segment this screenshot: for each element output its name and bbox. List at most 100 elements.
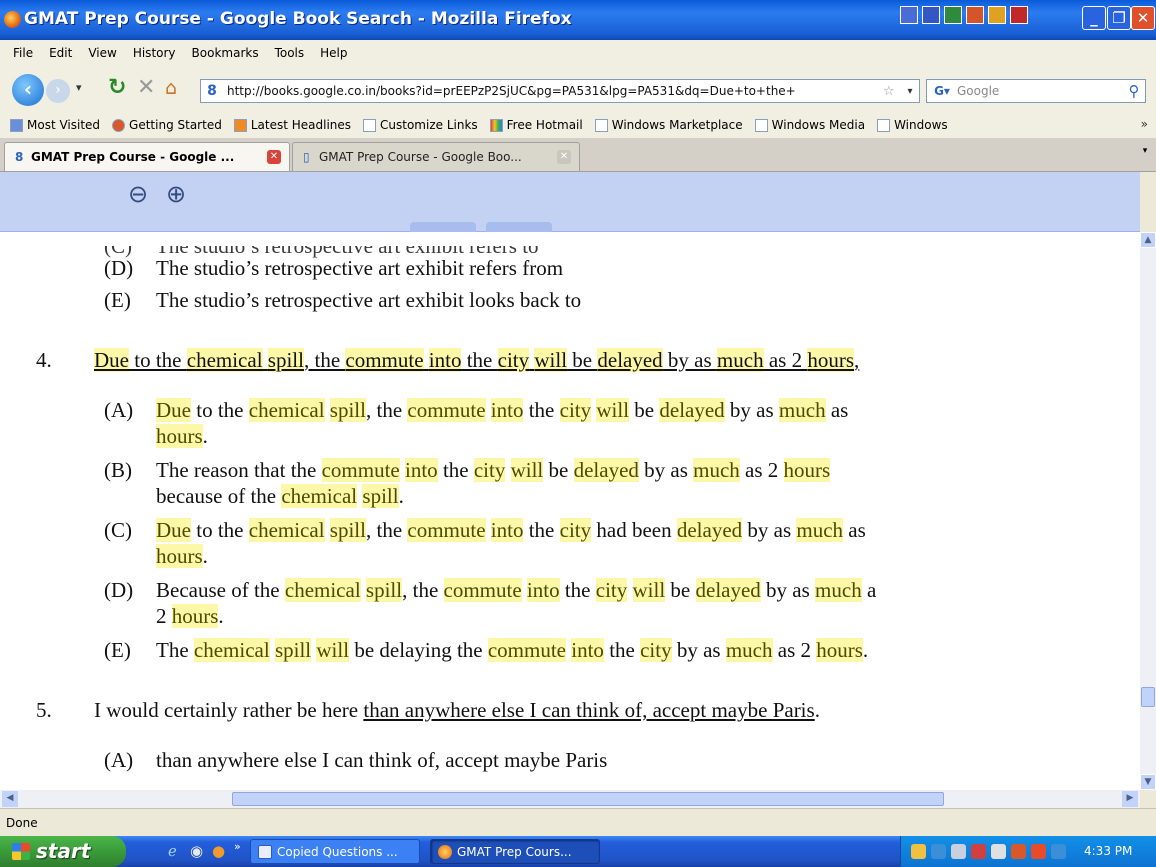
scroll-left-icon[interactable]: ◀	[2, 791, 18, 807]
tray-icon[interactable]	[1031, 844, 1046, 859]
q5-option-a: (A) than anywhere else I can think of, ac…	[104, 748, 608, 772]
q4-option-c-cont: hours.	[156, 544, 208, 568]
menu-file[interactable]: File	[6, 44, 40, 62]
maximize-button[interactable]: ❐	[1107, 6, 1131, 30]
view-tab[interactable]	[410, 222, 476, 232]
navigation-toolbar: ‹ › ▾ ↻ ✕ ⌂ 8 http://books.google.co.in/…	[0, 66, 1156, 112]
word-icon[interactable]	[922, 6, 940, 24]
powerpoint-icon[interactable]	[966, 6, 984, 24]
vertical-scrollbar[interactable]: ▲ ▼	[1140, 232, 1156, 790]
menu-view[interactable]: View	[81, 44, 123, 62]
msn-icon	[489, 118, 503, 132]
tray-icon[interactable]	[951, 844, 966, 859]
tab-gmat-active[interactable]: 8 GMAT Prep Course - Google ... ✕	[4, 142, 290, 171]
forward-button[interactable]: ›	[46, 79, 70, 103]
horizontal-scroll-thumb[interactable]	[232, 792, 944, 806]
tab-close-icon[interactable]: ✕	[557, 150, 571, 164]
ie-quicklaunch-icon[interactable]: ℯ	[168, 842, 177, 860]
taskbar-button-firefox[interactable]: GMAT Prep Cours...	[430, 839, 600, 864]
q4-option-a: (A) Due to the chemical spill, the commut…	[104, 398, 849, 422]
scroll-down-icon[interactable]: ▼	[1140, 774, 1156, 790]
bookmarks-toolbar: Most Visited Getting Started Latest Head…	[0, 112, 1156, 138]
bookmark-customize-links[interactable]: Customize Links	[357, 118, 484, 132]
scroll-up-icon[interactable]: ▲	[1140, 232, 1156, 248]
bookmark-most-visited[interactable]: Most Visited	[4, 118, 106, 132]
bookmark-latest-headlines[interactable]: Latest Headlines	[228, 118, 357, 132]
bookmark-windows-media[interactable]: Windows Media	[749, 118, 871, 132]
url-dropdown-icon[interactable]: ▾	[901, 86, 919, 97]
firefox-window: GMAT Prep Course - Google Book Search - …	[0, 0, 1156, 867]
tab-close-icon[interactable]: ✕	[267, 150, 281, 164]
tab-bar: 8 GMAT Prep Course - Google ... ✕ ▯ GMAT…	[0, 138, 1156, 172]
minimize-button[interactable]: _	[1082, 6, 1106, 30]
q4-option-a-cont: hours.	[156, 424, 208, 448]
horizontal-scrollbar[interactable]: ◀ ▶	[0, 790, 1140, 808]
tab-gmat-inactive[interactable]: ▯ GMAT Prep Course - Google Boo... ✕	[292, 142, 580, 171]
taskbar-button-word[interactable]: Copied Questions ...	[250, 839, 420, 864]
window-title: GMAT Prep Course - Google Book Search - …	[24, 9, 572, 29]
history-dropdown-icon[interactable]: ▾	[76, 81, 82, 94]
tray-icon[interactable]	[1051, 844, 1066, 859]
view-tab[interactable]	[486, 222, 552, 232]
menu-history[interactable]: History	[126, 44, 183, 62]
scroll-right-icon[interactable]: ▶	[1122, 791, 1138, 807]
folder-icon	[10, 118, 23, 132]
menu-help[interactable]: Help	[313, 44, 354, 62]
menu-bar: File Edit View History Bookmarks Tools H…	[0, 40, 1156, 66]
search-box[interactable]: G▾ Google ⚲	[926, 79, 1146, 103]
word-icon	[258, 845, 272, 859]
bookmarks-overflow-icon[interactable]: »	[1141, 117, 1148, 131]
q4-stem: 4. Due to the chemical spill, the commute…	[36, 348, 860, 372]
windows-taskbar: start ℯ ◉ ● » Copied Questions ... GMAT …	[0, 836, 1156, 867]
url-field[interactable]: http://books.google.co.in/books?id=prEEP…	[223, 84, 883, 98]
volume-tray-icon[interactable]	[991, 844, 1006, 859]
page-icon: ▯	[303, 150, 310, 164]
excel-icon[interactable]	[944, 6, 962, 24]
quicklaunch-overflow-icon[interactable]: »	[234, 840, 241, 853]
zoom-in-icon[interactable]: ⊕	[166, 180, 186, 208]
bookmark-getting-started[interactable]: Getting Started	[106, 118, 228, 132]
stop-icon[interactable]: ✕	[137, 75, 155, 100]
q5-stem: 5. I would certainly rather be here than …	[36, 698, 820, 722]
start-button[interactable]: start	[0, 836, 126, 867]
desktop-quicklaunch-icon[interactable]: ◉	[190, 842, 203, 860]
reload-icon[interactable]: ↻	[108, 75, 126, 100]
q4-option-d: (D) Because of the chemical spill, the co…	[104, 578, 877, 602]
app-icon[interactable]	[900, 6, 918, 24]
bookmark-windows[interactable]: Windows	[871, 118, 954, 132]
home-icon[interactable]: ⌂	[165, 77, 177, 99]
tray-icon[interactable]	[971, 844, 986, 859]
page-icon	[363, 118, 377, 132]
book-viewer-toolbar: ⊖ ⊕	[0, 172, 1140, 232]
search-icon[interactable]: ⚲	[1123, 82, 1145, 100]
vertical-scroll-thumb[interactable]	[1141, 687, 1155, 707]
zoom-out-icon[interactable]: ⊖	[128, 180, 148, 208]
back-button[interactable]: ‹	[12, 74, 44, 106]
search-engine-icon[interactable]: G▾	[927, 84, 957, 98]
tray-icon[interactable]	[1011, 844, 1026, 859]
firefox-quicklaunch-icon[interactable]: ●	[212, 842, 225, 860]
status-text: Done	[6, 816, 38, 830]
rss-icon	[233, 118, 247, 132]
title-bar: GMAT Prep Course - Google Book Search - …	[0, 0, 1156, 40]
menu-bookmarks[interactable]: Bookmarks	[185, 44, 266, 62]
tab-list-icon[interactable]: ▾	[1138, 146, 1152, 164]
network-tray-icon[interactable]	[931, 844, 946, 859]
security-tray-icon[interactable]	[911, 844, 926, 859]
bookmark-star-icon[interactable]: ☆	[883, 84, 901, 99]
bookmark-windows-marketplace[interactable]: Windows Marketplace	[589, 118, 749, 132]
close-button[interactable]: ✕	[1131, 6, 1155, 30]
menu-tools[interactable]: Tools	[268, 44, 312, 62]
menu-edit[interactable]: Edit	[42, 44, 79, 62]
google-favicon-icon: 8	[15, 150, 24, 164]
bookmark-free-hotmail[interactable]: Free Hotmail	[484, 118, 589, 132]
outlook-icon[interactable]	[988, 6, 1006, 24]
url-bar[interactable]: 8 http://books.google.co.in/books?id=prE…	[200, 79, 920, 103]
page-content: ⊖ ⊕ (C) The studio’s retrospective art ex…	[0, 172, 1140, 790]
q4-option-b: (B) The reason that the commute into the …	[104, 458, 831, 482]
search-input[interactable]: Google	[957, 84, 1123, 98]
q4-option-b-cont: because of the chemical spill.	[156, 484, 404, 508]
q3-option-e: (E) The studio’s retrospective art exhibi…	[104, 288, 582, 312]
page-icon	[594, 118, 608, 132]
acrobat-icon[interactable]	[1010, 6, 1028, 24]
